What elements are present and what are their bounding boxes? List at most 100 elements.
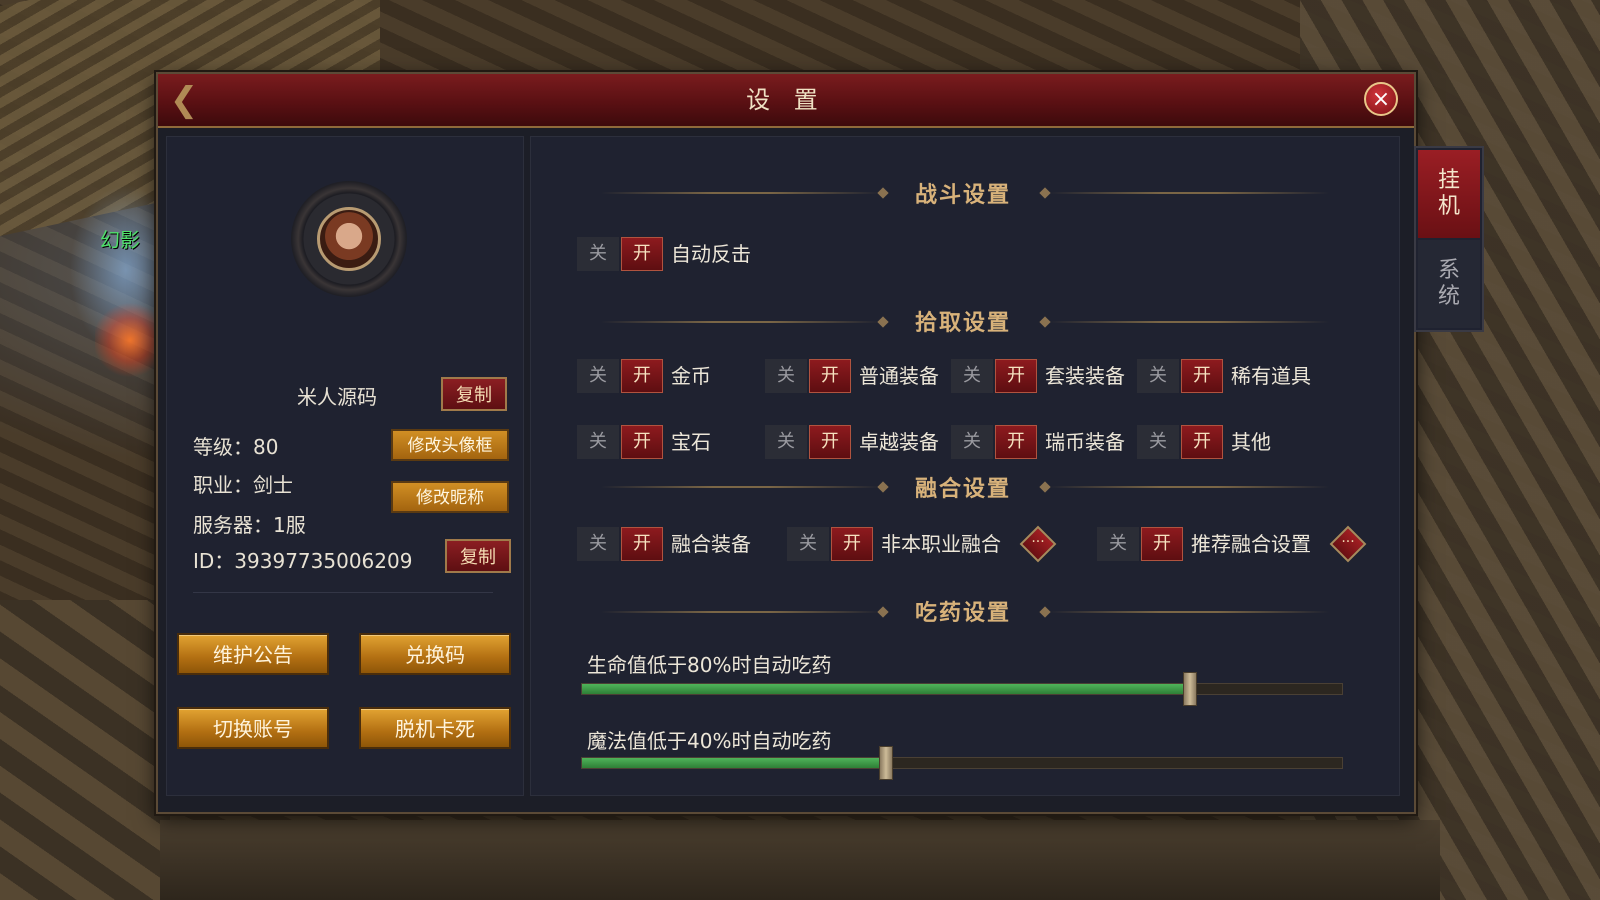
recommended-fusion-label: 推荐融合设置 <box>1191 532 1311 556</box>
background-bottom-scene <box>160 820 1440 900</box>
gems-label: 宝石 <box>671 430 711 454</box>
section-line-left <box>601 321 881 323</box>
hp-potion-label: 生命值低于80%时自动吃药 <box>587 653 832 677</box>
toggle-on[interactable]: 开 <box>831 527 873 561</box>
toggle-set-equipment[interactable]: 关 开 <box>951 359 1039 393</box>
other-label: 其他 <box>1231 430 1271 454</box>
toggle-off[interactable]: 关 <box>765 425 807 459</box>
toggle-on[interactable]: 开 <box>621 425 663 459</box>
player-name: 米人源码 <box>297 385 377 409</box>
mp-slider-fill <box>582 758 886 768</box>
toggle-off[interactable]: 关 <box>1097 527 1139 561</box>
player-class: 职业：剑士 <box>193 473 293 497</box>
toggle-on[interactable]: 开 <box>995 425 1037 459</box>
npc-name-label: 幻影 <box>100 228 140 252</box>
toggle-off[interactable]: 关 <box>951 359 993 393</box>
profile-panel: 米人源码 复制 等级：80 修改头像框 职业：剑士 修改昵称 服务器：1服 ID… <box>166 136 524 796</box>
toggle-on[interactable]: 开 <box>995 359 1037 393</box>
section-line-right <box>1049 486 1329 488</box>
recommended-fusion-more-button[interactable]: ··· <box>1329 525 1367 563</box>
toggle-off[interactable]: 关 <box>1137 425 1179 459</box>
settings-panel: 战斗设置 关 开 自动反击 拾取设置 关 开 金币 关 开 普通装备 关 开 套… <box>530 136 1400 796</box>
copy-id-button[interactable]: 复制 <box>445 539 511 573</box>
toggle-off[interactable]: 关 <box>787 527 829 561</box>
switch-account-button[interactable]: 切换账号 <box>177 707 329 749</box>
toggle-recommended-fusion[interactable]: 关 开 <box>1097 527 1185 561</box>
section-line-right <box>1049 321 1329 323</box>
player-id: ID：39397735006209 <box>193 549 413 573</box>
normal-equipment-label: 普通装备 <box>859 364 939 388</box>
close-button[interactable]: × <box>1364 82 1398 116</box>
player-level: 等级：80 <box>193 435 279 459</box>
hp-potion-slider[interactable] <box>581 672 1343 706</box>
edit-avatar-frame-button[interactable]: 修改头像框 <box>391 429 509 461</box>
toggle-off[interactable]: 关 <box>951 425 993 459</box>
more-icon: ··· <box>1031 534 1045 550</box>
section-diamond-icon <box>877 316 889 328</box>
toggle-gold[interactable]: 关 开 <box>577 359 665 393</box>
toggle-cross-class-fusion[interactable]: 关 开 <box>787 527 875 561</box>
section-line-left <box>601 611 881 613</box>
redeem-code-button[interactable]: 兑换码 <box>359 633 511 675</box>
player-server: 服务器：1服 <box>193 513 306 537</box>
fuse-equipment-label: 融合装备 <box>671 532 751 556</box>
cross-class-fusion-label: 非本职业融合 <box>881 532 1001 556</box>
hp-slider-thumb[interactable] <box>1183 672 1197 706</box>
section-diamond-icon <box>877 187 889 199</box>
toggle-on[interactable]: 开 <box>621 359 663 393</box>
gold-label: 金币 <box>671 364 711 388</box>
unstuck-button[interactable]: 脱机卡死 <box>359 707 511 749</box>
more-icon: ··· <box>1341 534 1355 550</box>
avatar[interactable] <box>317 207 381 271</box>
section-diamond-icon <box>877 481 889 493</box>
side-tab-bar: 挂 机 系 统 <box>1414 146 1484 332</box>
dialog-titlebar: ❮ 设 置 × <box>158 74 1414 128</box>
excellent-equipment-label: 卓越装备 <box>859 430 939 454</box>
toggle-off[interactable]: 关 <box>577 359 619 393</box>
toggle-on[interactable]: 开 <box>1141 527 1183 561</box>
background-floor <box>0 600 170 900</box>
pickup-section-title: 拾取设置 <box>915 311 1012 336</box>
maintenance-notice-button[interactable]: 维护公告 <box>177 633 329 675</box>
toggle-fuse-equipment[interactable]: 关 开 <box>577 527 665 561</box>
dialog-title: 设 置 <box>746 86 826 114</box>
toggle-auto-counter[interactable]: 关 开 <box>577 237 665 271</box>
toggle-excellent-equipment[interactable]: 关 开 <box>765 425 853 459</box>
toggle-rare-items[interactable]: 关 开 <box>1137 359 1225 393</box>
tab-system[interactable]: 系 统 <box>1418 240 1480 328</box>
profile-divider <box>193 592 493 593</box>
rare-items-label: 稀有道具 <box>1231 364 1311 388</box>
ruibi-equipment-label: 瑞币装备 <box>1045 430 1125 454</box>
toggle-normal-equipment[interactable]: 关 开 <box>765 359 853 393</box>
toggle-on[interactable]: 开 <box>1181 425 1223 459</box>
mp-potion-label: 魔法值低于40%时自动吃药 <box>587 729 832 753</box>
toggle-on[interactable]: 开 <box>621 237 663 271</box>
settings-dialog: ❮ 设 置 × 米人源码 复制 等级：80 修改头像框 职业：剑士 修改昵称 服… <box>156 72 1416 814</box>
auto-counter-label: 自动反击 <box>671 242 751 266</box>
section-line-right <box>1049 611 1329 613</box>
cross-class-fusion-more-button[interactable]: ··· <box>1019 525 1057 563</box>
toggle-on[interactable]: 开 <box>621 527 663 561</box>
copy-name-button[interactable]: 复制 <box>441 377 507 411</box>
set-equipment-label: 套装装备 <box>1045 364 1125 388</box>
section-line-right <box>1049 192 1329 194</box>
toggle-off[interactable]: 关 <box>765 359 807 393</box>
toggle-off[interactable]: 关 <box>577 425 619 459</box>
mp-slider-thumb[interactable] <box>879 746 893 780</box>
toggle-off[interactable]: 关 <box>1137 359 1179 393</box>
toggle-on[interactable]: 开 <box>809 425 851 459</box>
hp-slider-fill <box>582 684 1190 694</box>
toggle-gems[interactable]: 关 开 <box>577 425 665 459</box>
character-flame-effect <box>95 300 165 380</box>
combat-section-title: 战斗设置 <box>915 183 1012 208</box>
toggle-on[interactable]: 开 <box>809 359 851 393</box>
toggle-off[interactable]: 关 <box>577 237 619 271</box>
tab-afk[interactable]: 挂 机 <box>1418 150 1480 238</box>
toggle-on[interactable]: 开 <box>1181 359 1223 393</box>
edit-nickname-button[interactable]: 修改昵称 <box>391 481 509 513</box>
mp-potion-slider[interactable] <box>581 746 1343 780</box>
toggle-ruibi-equipment[interactable]: 关 开 <box>951 425 1039 459</box>
toggle-other[interactable]: 关 开 <box>1137 425 1225 459</box>
section-line-left <box>601 192 881 194</box>
toggle-off[interactable]: 关 <box>577 527 619 561</box>
